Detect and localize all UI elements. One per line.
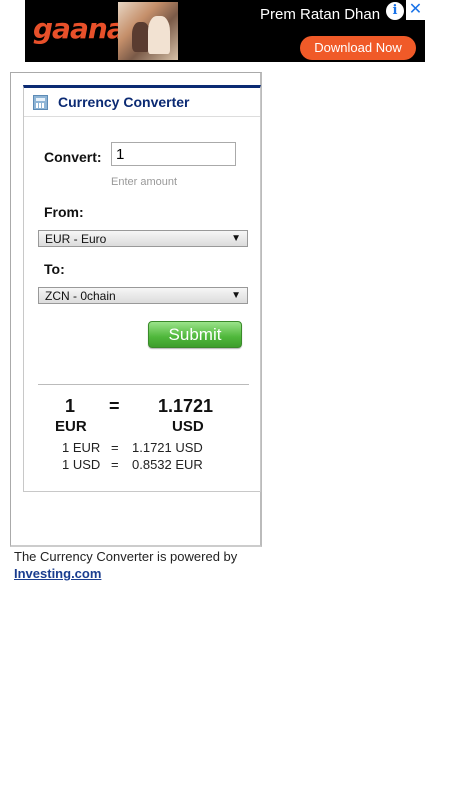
chevron-down-icon: ▼ — [231, 290, 241, 301]
powered-by-text: The Currency Converter is powered by — [14, 549, 238, 564]
amount-hint: Enter amount — [111, 176, 178, 188]
widget-title: Currency Converter — [58, 94, 190, 110]
calculator-icon — [33, 95, 48, 110]
to-currency-value: ZCN - 0chain — [45, 289, 116, 303]
close-icon[interactable]: ✕ — [406, 0, 425, 20]
result-to-amount: 1.1721 — [158, 396, 214, 416]
rate-line-1-rhs: 1.1721 USD — [132, 440, 203, 455]
to-label: To: — [44, 261, 65, 277]
rate-line-2-rhs: 0.8532 EUR — [132, 457, 203, 472]
info-icon[interactable]: i — [386, 2, 404, 20]
result-to-code: USD — [172, 418, 204, 435]
result-from-amount: 1 — [65, 396, 76, 416]
rate-line-1-eq: = — [111, 440, 119, 455]
card-header: Currency Converter — [24, 88, 260, 117]
ad-poster-image[interactable] — [118, 2, 178, 60]
download-now-button[interactable]: Download Now — [300, 36, 416, 60]
to-currency-select[interactable]: ZCN - 0chain ▼ — [38, 287, 248, 304]
convert-label: Convert: — [44, 149, 102, 165]
from-label: From: — [44, 204, 84, 220]
submit-button[interactable]: Submit — [148, 321, 242, 348]
rate-line-2-eq: = — [111, 457, 119, 472]
ad-headline[interactable]: Prem Ratan Dhan — [260, 6, 380, 23]
rate-line-1-lhs: 1 EUR — [62, 440, 101, 455]
result-from-code: EUR — [55, 418, 87, 435]
from-currency-value: EUR - Euro — [45, 232, 107, 246]
ad-banner[interactable]: gaana Prem Ratan Dhan i ✕ Download Now — [25, 0, 425, 62]
ad-brand-logo[interactable]: gaana — [33, 12, 126, 45]
result-equals: = — [109, 396, 120, 416]
from-currency-select[interactable]: EUR - Euro ▼ — [38, 230, 248, 247]
rate-line-2-lhs: 1 USD — [62, 457, 101, 472]
chevron-down-icon: ▼ — [231, 233, 241, 244]
divider — [38, 384, 249, 385]
converter-frame: Currency Converter Convert: Enter amount… — [10, 72, 262, 547]
investing-link[interactable]: Investing.com — [14, 566, 101, 581]
converter-card: Currency Converter Convert: Enter amount… — [23, 85, 261, 492]
amount-input[interactable] — [111, 142, 236, 166]
